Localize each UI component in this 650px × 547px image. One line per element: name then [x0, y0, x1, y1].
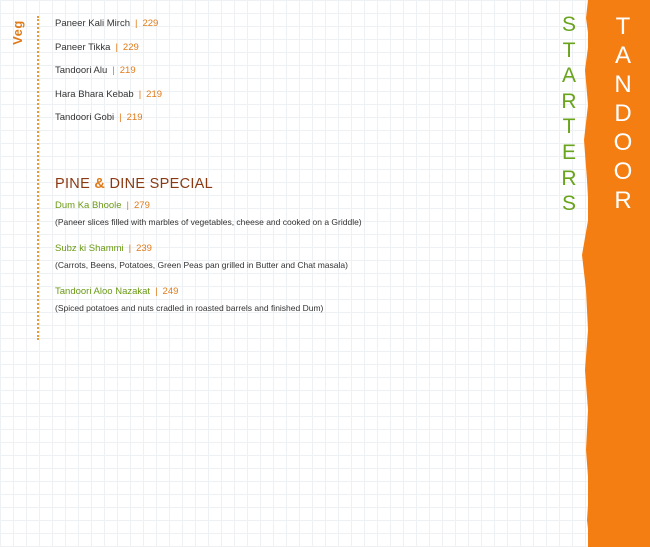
tandoor-vertical-label: T A N D O O R	[608, 12, 638, 215]
special-item: Tandoori Aloo Nazakat | 249 (Spiced potato…	[55, 286, 362, 329]
special-title-part2: DINE SPECIAL	[105, 176, 214, 192]
special-item: Dum Ka Bhoole | 279 (Paneer slices filled …	[55, 200, 362, 243]
starters-vertical-label: S T A R T E R S	[556, 12, 582, 217]
dotted-divider	[37, 16, 39, 340]
special-item: Subz ki Shammi | 239 (Carrots, Beens, Pota…	[55, 243, 362, 286]
menu-item-name: Paneer Tikka	[55, 41, 111, 53]
menu-item: Hara Bhara Kebab | 219	[55, 89, 162, 113]
special-title-part1: PINE	[55, 176, 95, 192]
special-item-description: (Paneer slices filled with marbles of ve…	[55, 217, 362, 227]
menu-item: Paneer Tikka | 229	[55, 42, 162, 66]
tandoor-letter: R	[614, 187, 632, 214]
price-separator: |	[115, 41, 118, 53]
special-item-price: 239	[136, 243, 152, 254]
starters-letter: R	[561, 166, 577, 190]
starters-letter: T	[562, 38, 576, 62]
special-item-price: 249	[162, 286, 179, 297]
tandoor-letter: O	[613, 129, 633, 156]
tandoor-letter: A	[614, 42, 631, 69]
tandoor-letter: N	[614, 71, 632, 98]
menu-item-name: Hara Bhara Kebab	[55, 88, 134, 100]
starters-letter: E	[561, 140, 576, 164]
tandoor-letter: D	[614, 100, 632, 127]
section-tag-veg: Veg	[6, 16, 28, 48]
menu-item: Tandoori Alu | 219	[55, 65, 162, 89]
menu-item-name: Tandoori Alu	[55, 65, 108, 76]
special-section-title: PINE & DINE SPECIAL	[55, 176, 213, 192]
menu-item-price: 229	[122, 41, 139, 53]
price-separator: |	[119, 112, 122, 123]
special-item-description: (Carrots, Beens, Potatoes, Green Peas pa…	[55, 260, 348, 270]
price-separator: |	[128, 243, 132, 254]
tandoor-letter: T	[615, 13, 631, 40]
brush-edge	[582, 0, 594, 547]
menu-item-price: 219	[119, 65, 136, 76]
menu-item-price: 219	[146, 88, 163, 100]
special-item-name: Subz ki Shammi	[55, 243, 124, 254]
menu-item-name: Tandoori Gobi	[55, 112, 115, 123]
veg-items-list: Paneer Kali Mirch | 229 Paneer Tikka | 229 T…	[55, 18, 162, 136]
menu-item-price: 219	[126, 112, 143, 123]
tandoor-letter: O	[613, 158, 633, 185]
starters-letter: T	[562, 115, 576, 139]
menu-item: Tandoori Gobi | 219	[55, 112, 162, 136]
price-separator: |	[112, 65, 115, 76]
menu-item: Paneer Kali Mirch | 229	[55, 18, 162, 42]
special-items-list: Dum Ka Bhoole | 279 (Paneer slices filled …	[55, 200, 362, 329]
section-tag-label: Veg	[9, 19, 25, 45]
special-item-name: Dum Ka Bhoole	[55, 200, 122, 211]
price-separator: |	[134, 18, 138, 29]
menu-item-name: Paneer Kali Mirch	[55, 18, 130, 29]
starters-letter: S	[561, 13, 576, 36]
menu-item-price: 229	[142, 18, 159, 29]
special-item-price: 279	[134, 200, 150, 211]
special-item-header: Dum Ka Bhoole | 279	[55, 200, 362, 212]
price-separator: |	[126, 200, 130, 211]
special-item-header: Tandoori Aloo Nazakat | 249	[55, 286, 362, 298]
starters-letter: S	[561, 192, 576, 216]
starters-letter: A	[561, 64, 576, 88]
starters-letter: R	[561, 89, 577, 113]
special-item-description: (Spiced potatoes and nuts cradled in roa…	[55, 303, 324, 313]
price-separator: |	[138, 88, 142, 100]
price-separator: |	[155, 286, 158, 297]
special-item-name: Tandoori Aloo Nazakat	[55, 286, 151, 297]
special-item-header: Subz ki Shammi | 239	[55, 243, 362, 255]
special-title-ampersand: &	[94, 176, 106, 192]
